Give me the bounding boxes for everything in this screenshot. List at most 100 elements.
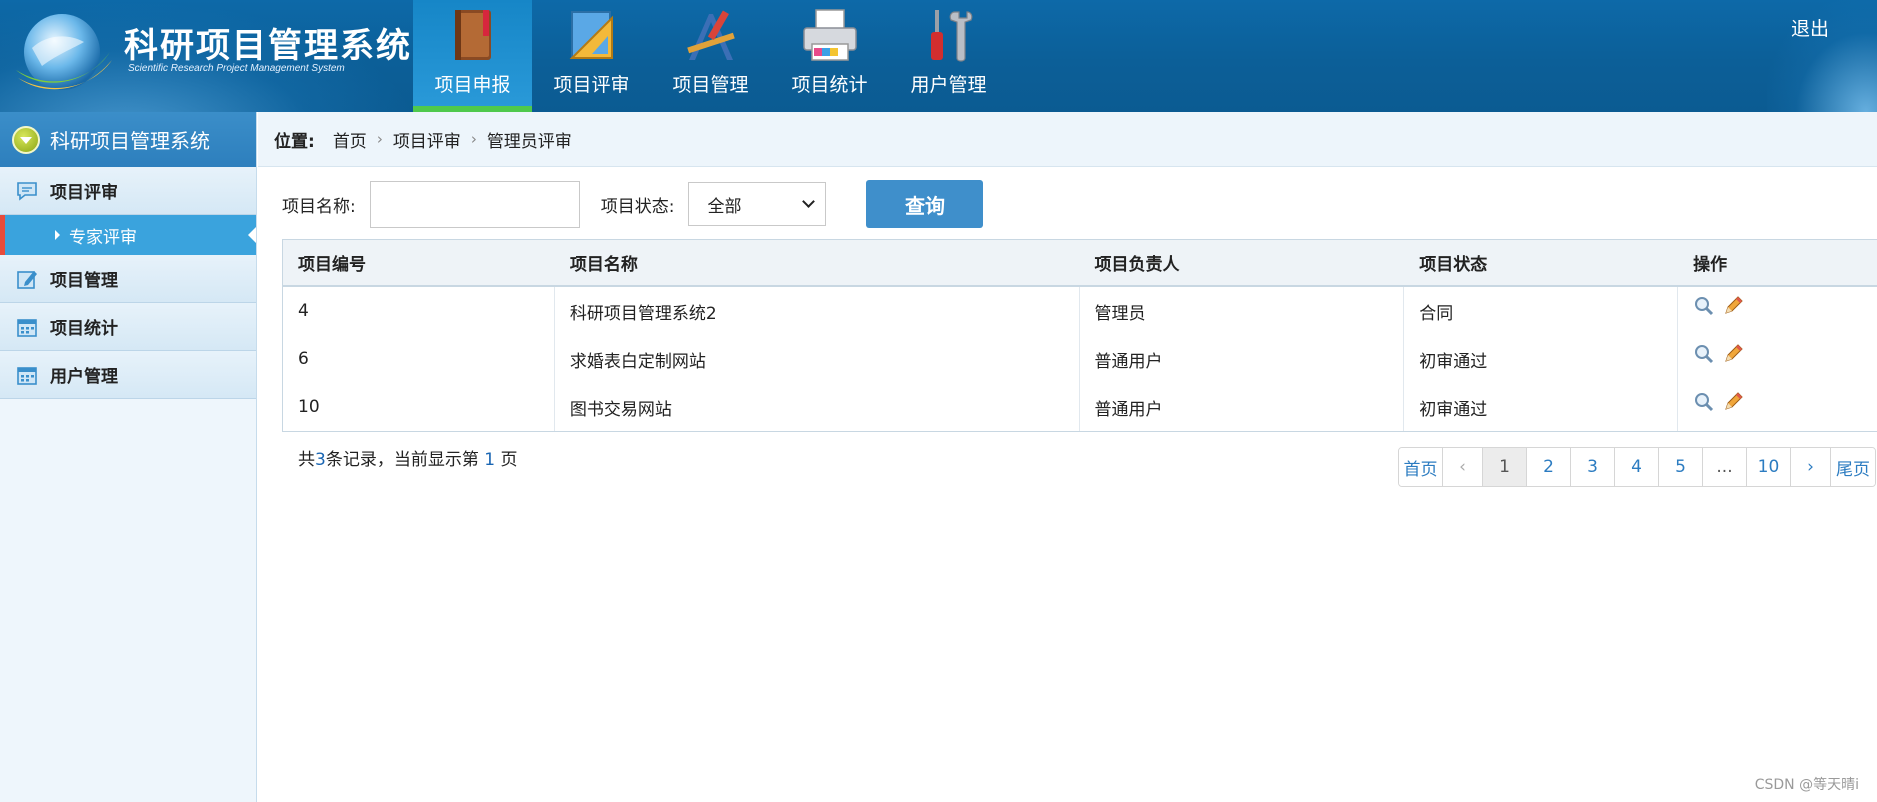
column-header: 项目编号 <box>298 255 366 275</box>
sidebar-subitem-label: 专家评审 <box>69 227 137 248</box>
cell-project-status: 合同 <box>1404 287 1679 335</box>
breadcrumb-label: 位置: <box>274 131 315 152</box>
page-next-icon[interactable]: › <box>1791 448 1831 486</box>
page-3[interactable]: 3 <box>1571 448 1615 486</box>
summary-prefix: 共 <box>298 450 315 470</box>
sidebar-item-project-review[interactable]: 项目评审 <box>0 167 256 215</box>
edit-pencil-icon[interactable] <box>1722 343 1744 365</box>
wrench-screwdriver-icon <box>930 10 972 62</box>
sidebar-item-label: 项目统计 <box>50 319 118 339</box>
cell-project-name: 图书交易网站 <box>555 383 1080 431</box>
nav-project-apply[interactable]: 项目申报 <box>413 0 532 112</box>
sidebar-subitem-expert-review[interactable]: 专家评审 <box>0 215 256 255</box>
sidebar-item-user-manage[interactable]: 用户管理 <box>0 351 256 399</box>
sidebar-item-label: 项目评审 <box>50 183 118 203</box>
sidebar: 科研项目管理系统 项目评审 专家评审 项目管理 项目统计 用户管理 <box>0 112 257 802</box>
column-header: 项目名称 <box>569 255 638 275</box>
printer-icon <box>802 9 857 61</box>
app-title: 科研项目管理系统 <box>124 26 412 66</box>
nav-label: 项目申报 <box>434 74 511 96</box>
sidebar-item-project-manage[interactable]: 项目管理 <box>0 255 256 303</box>
cell-project-owner: 管理员 <box>1080 287 1405 335</box>
nav-project-manage[interactable]: 项目管理 <box>651 0 770 112</box>
nav-user-manage[interactable]: 用户管理 <box>889 0 1008 112</box>
project-name-label: 项目名称: <box>282 196 356 217</box>
search-button[interactable]: 查询 <box>866 180 984 228</box>
view-icon[interactable] <box>1693 343 1715 365</box>
cell-actions <box>1678 335 1877 383</box>
project-status-value: 全部 <box>707 196 742 217</box>
view-icon[interactable] <box>1693 391 1715 413</box>
page-5[interactable]: 5 <box>1659 448 1703 486</box>
column-header: 操作 <box>1693 255 1728 275</box>
breadcrumb: 位置: 首页 › 项目评审 › 管理员评审 <box>258 112 1877 167</box>
edit-pencil-icon[interactable] <box>1722 391 1744 413</box>
table-row: 6 求婚表白定制网站 普通用户 初审通过 <box>283 335 1877 383</box>
project-name-input[interactable] <box>369 180 580 228</box>
nav-label: 项目统计 <box>791 74 868 96</box>
breadcrumb-project-review[interactable]: 项目评审 <box>393 127 461 152</box>
page-last[interactable]: 尾页 <box>1831 448 1875 486</box>
table-row: 4 科研项目管理系统2 管理员 合同 <box>283 287 1877 335</box>
breadcrumb-separator-icon: › <box>376 130 383 148</box>
nav-label: 用户管理 <box>910 74 987 96</box>
page-1[interactable]: 1 <box>1483 448 1527 486</box>
book-icon <box>454 10 491 60</box>
cell-project-status: 初审通过 <box>1404 383 1679 431</box>
breadcrumb-separator-icon: › <box>470 130 477 148</box>
page-prev-icon[interactable]: ‹ <box>1443 448 1483 486</box>
breadcrumb-current: 管理员评审 <box>486 131 572 152</box>
cell-project-id: 10 <box>283 383 555 431</box>
page-ellipsis: ... <box>1703 448 1747 486</box>
summary-middle: 条记录，当前显示第 <box>325 450 479 470</box>
sidebar-header[interactable]: 科研项目管理系统 <box>0 112 256 167</box>
search-filter: 项目名称: 项目状态: 全部 查询 <box>282 180 984 228</box>
column-header: 项目负责人 <box>1094 255 1180 275</box>
column-header: 项目状态 <box>1419 255 1488 275</box>
top-nav: 项目申报 项目评审 项目管理 项目统计 用户管理 <box>413 0 1008 112</box>
logout-link[interactable]: 退出 <box>1791 14 1829 41</box>
collapse-toggle-icon <box>12 125 40 154</box>
cell-project-id: 4 <box>283 287 555 335</box>
watermark: CSDN @等天晴i <box>1754 777 1859 793</box>
breadcrumb-home[interactable]: 首页 <box>333 127 367 152</box>
nav-label: 项目管理 <box>672 74 749 96</box>
cell-project-name: 求婚表白定制网站 <box>555 335 1080 383</box>
app-subtitle: Scientific Research Project Management S… <box>128 63 345 74</box>
summary-suffix: 页 <box>500 450 518 470</box>
record-summary: 共3条记录，当前显示第 1 页 <box>298 445 517 470</box>
calendar-icon <box>17 366 37 385</box>
calendar-icon <box>17 318 37 337</box>
page-10[interactable]: 10 <box>1747 448 1791 486</box>
cell-actions <box>1678 383 1877 431</box>
cell-actions <box>1678 287 1877 335</box>
pagination: 首页 ‹ 1 2 3 4 5 ... 10 › 尾页 <box>1398 447 1876 487</box>
edit-icon <box>17 270 37 289</box>
view-icon[interactable] <box>1693 295 1715 317</box>
summary-page: 1 <box>484 450 496 470</box>
table-header: 项目编号 项目名称 项目负责人 项目状态 操作 <box>283 240 1877 287</box>
globe-logo-icon <box>16 14 112 90</box>
project-status-label: 项目状态: <box>600 196 675 217</box>
cell-project-status: 初审通过 <box>1404 335 1679 383</box>
project-status-select[interactable]: 全部 <box>688 182 827 226</box>
nav-project-stats[interactable]: 项目统计 <box>770 0 889 112</box>
nav-project-review[interactable]: 项目评审 <box>532 0 651 112</box>
cell-project-owner: 普通用户 <box>1080 335 1405 383</box>
page-first[interactable]: 首页 <box>1399 448 1443 486</box>
sidebar-title: 科研项目管理系统 <box>50 129 210 153</box>
ruler-icon <box>569 11 613 59</box>
project-table: 项目编号 项目名称 项目负责人 项目状态 操作 4 科研项目管理系统2 管理员 … <box>282 239 1877 432</box>
summary-count: 3 <box>315 450 326 470</box>
cell-project-id: 6 <box>283 335 555 383</box>
table-row: 10 图书交易网站 普通用户 初审通过 <box>283 383 1877 431</box>
drafting-tools-icon <box>686 10 735 60</box>
sidebar-item-project-stats[interactable]: 项目统计 <box>0 303 256 351</box>
edit-pencil-icon[interactable] <box>1722 295 1744 317</box>
cell-project-owner: 普通用户 <box>1080 383 1405 431</box>
comment-icon <box>17 181 37 201</box>
chevron-down-icon <box>802 195 816 208</box>
page-4[interactable]: 4 <box>1615 448 1659 486</box>
page-2[interactable]: 2 <box>1527 448 1571 486</box>
cell-project-name: 科研项目管理系统2 <box>555 287 1080 335</box>
